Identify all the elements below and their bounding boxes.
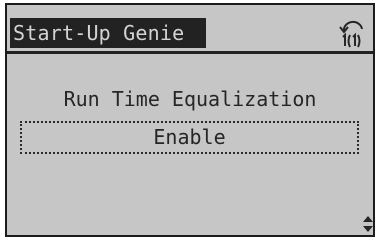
up-down-arrows-icon (363, 216, 373, 232)
parameter-label: Run Time Equalization (63, 87, 317, 111)
display-bezel: Start-Up Genie Run Time Equalization Ena… (0, 0, 383, 243)
lcd-screen: Start-Up Genie Run Time Equalization Ena… (5, 3, 375, 237)
parameter-value-field[interactable]: Enable (20, 121, 359, 154)
title-divider (7, 51, 373, 54)
menu-title: Start-Up Genie (10, 18, 206, 48)
back-arrow-icon[interactable] (337, 17, 369, 49)
